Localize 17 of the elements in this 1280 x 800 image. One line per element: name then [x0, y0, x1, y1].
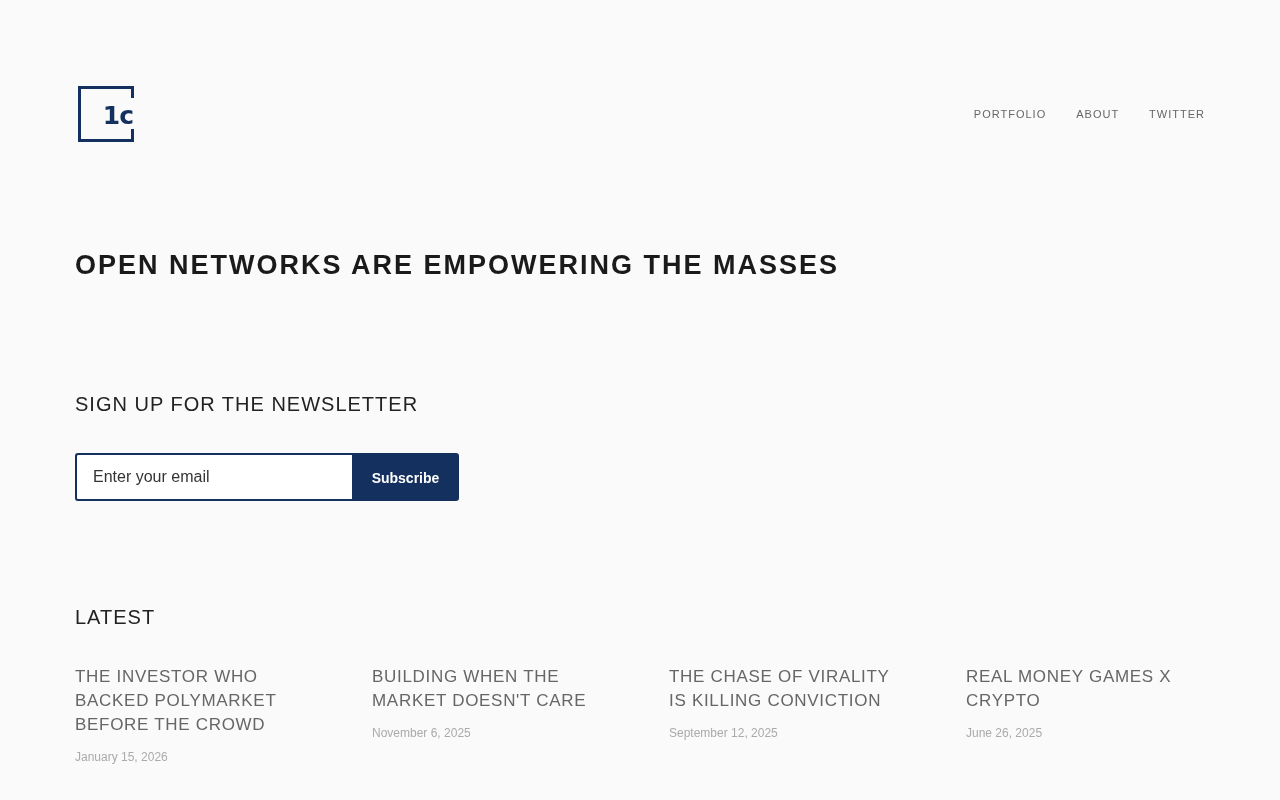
section-heading: LATEST: [75, 605, 157, 630]
nav-link[interactable]: PORTFOLIO: [973, 107, 1047, 121]
newsletter-heading: SIGN UP FOR THE NEWSLETTER: [75, 392, 420, 417]
post-date: January 15, 2026: [75, 749, 168, 765]
logo[interactable]: 1c: [78, 86, 134, 142]
post-title-link[interactable]: BUILDING WHEN THE MARKET DOESN'T CARE: [372, 665, 608, 713]
post-date: June 26, 2025: [966, 725, 1043, 741]
post-title-link[interactable]: REAL MONEY GAMES X CRYPTO: [966, 665, 1202, 713]
post-title-link[interactable]: THE INVESTOR WHO BACKED POLYMARKET BEFORE THE CROWD: [75, 665, 311, 737]
post-date: September 12, 2025: [669, 725, 778, 741]
nav-link[interactable]: TWITTER: [1149, 107, 1205, 121]
post-title-link[interactable]: THE CHASE OF VIRALITY IS KILLING CONVICTION: [669, 665, 905, 713]
subscribe-button[interactable]: Subscribe: [352, 453, 459, 501]
headline: OPEN NETWORKS ARE EMPOWERING THE MASSES: [75, 249, 841, 282]
post-date: November 6, 2025: [372, 725, 471, 741]
email-field[interactable]: Enter your email: [75, 453, 352, 501]
nav-link[interactable]: ABOUT: [1076, 107, 1120, 121]
